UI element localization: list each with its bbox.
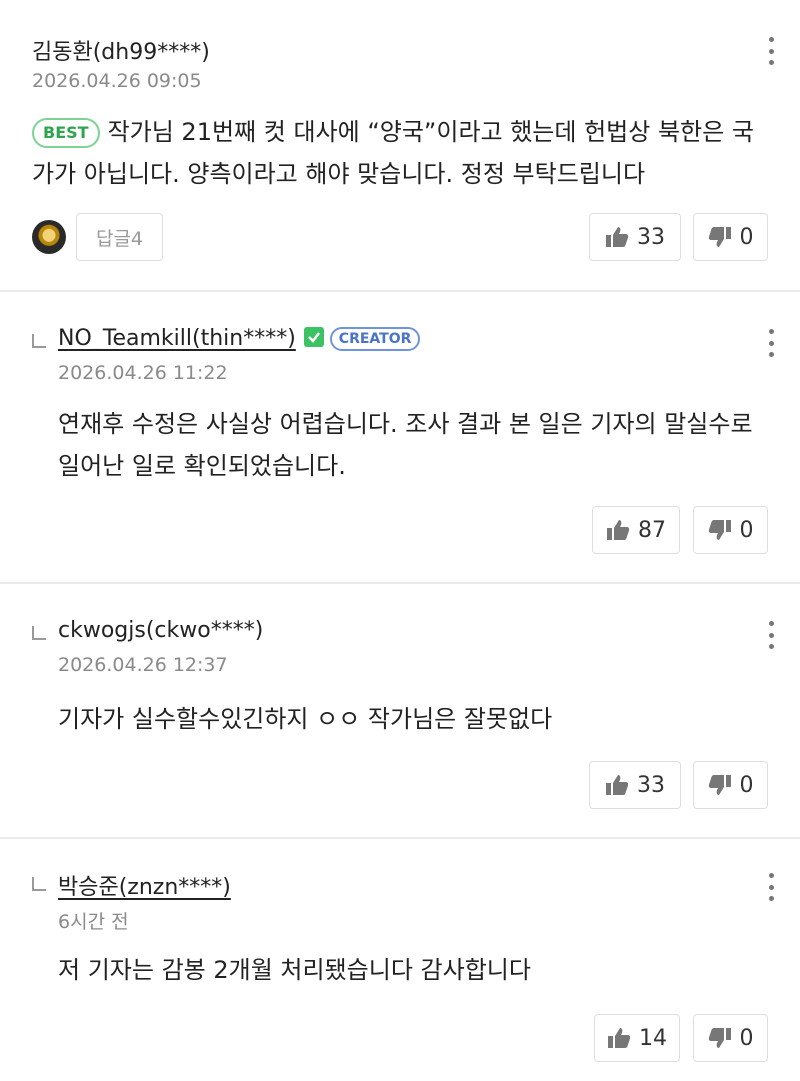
- reply-count-button[interactable]: 답글4: [76, 213, 163, 261]
- comment-date: 6시간 전: [58, 911, 129, 933]
- reply-arrow-icon: [32, 626, 46, 640]
- dislike-count: 0: [739, 772, 754, 798]
- like-button[interactable]: 87: [592, 506, 680, 554]
- reply-item: 박승준(znzn****) 6시간 전 저 기자는 감봉 2개월 처리됐습니다 …: [0, 839, 800, 1081]
- comment-author[interactable]: ckwogjs(ckwo****): [58, 618, 263, 643]
- reply-item: NO_Teamkill(thin****) CREATOR 2026.04.26 …: [0, 292, 800, 584]
- avatar[interactable]: [32, 220, 66, 254]
- like-count: 33: [637, 772, 665, 798]
- best-badge: BEST: [32, 118, 100, 148]
- dislike-button[interactable]: 0: [693, 1014, 768, 1062]
- comment-author-line: NO_Teamkill(thin****) CREATOR: [58, 326, 421, 351]
- thumbs-up-icon: [606, 227, 629, 247]
- like-count: 14: [639, 1025, 667, 1051]
- like-button[interactable]: 33: [589, 213, 681, 261]
- like-count: 87: [638, 517, 666, 543]
- thumbs-up-icon: [606, 775, 629, 795]
- like-button[interactable]: 14: [594, 1014, 680, 1062]
- like-button[interactable]: 33: [589, 761, 681, 809]
- comment-date: 2026.04.26 09:05: [32, 70, 202, 92]
- comment-date: 2026.04.26 11:22: [58, 362, 228, 384]
- dislike-button[interactable]: 0: [693, 506, 768, 554]
- comment-author[interactable]: NO_Teamkill(thin****): [58, 326, 296, 351]
- more-options-icon[interactable]: [768, 329, 774, 357]
- reply-arrow-icon: [32, 877, 46, 891]
- thumbs-up-icon: [608, 1028, 631, 1048]
- dislike-button[interactable]: 0: [693, 761, 768, 809]
- dislike-count: 0: [739, 224, 754, 250]
- reply-item: ckwogjs(ckwo****) 2026.04.26 12:37 기자가 실…: [0, 584, 800, 839]
- thumbs-down-icon: [708, 520, 731, 540]
- thumbs-down-icon: [708, 1028, 731, 1048]
- comment-body: BEST 작가님 21번째 컷 대사에 “양국”이라고 했는데 헌법상 북한은 국…: [32, 111, 762, 195]
- dislike-button[interactable]: 0: [693, 213, 768, 261]
- more-options-icon[interactable]: [768, 37, 774, 65]
- dislike-count: 0: [739, 1025, 754, 1051]
- comment-text: 저 기자는 감봉 2개월 처리됐습니다 감사합니다: [58, 956, 531, 984]
- verified-icon: [303, 327, 324, 347]
- more-options-icon[interactable]: [768, 873, 774, 901]
- more-options-icon[interactable]: [768, 621, 774, 649]
- reply-arrow-icon: [32, 334, 46, 348]
- comment-text: 연재후 수정은 사실상 어렵습니다. 조사 결과 본 일은 기자의 말실수로 일…: [58, 410, 753, 480]
- like-count: 33: [637, 224, 665, 250]
- comment-author[interactable]: 박승준(znzn****): [58, 869, 231, 901]
- thumbs-down-icon: [708, 227, 731, 247]
- comment-author[interactable]: 김동환(dh99****): [32, 34, 210, 66]
- comment-date: 2026.04.26 12:37: [58, 654, 228, 676]
- dislike-count: 0: [739, 517, 754, 543]
- thumbs-up-icon: [607, 520, 630, 540]
- creator-badge: CREATOR: [329, 327, 421, 351]
- comment-text: 기자가 실수할수있긴하지 ㅇㅇ 작가님은 잘못없다: [58, 705, 553, 733]
- comment-item: 김동환(dh99****) 2026.04.26 09:05 BEST 작가님 2…: [0, 0, 800, 292]
- thumbs-down-icon: [708, 775, 731, 795]
- comment-text: 작가님 21번째 컷 대사에 “양국”이라고 했는데 헌법상 북한은 국가가 아…: [32, 118, 754, 188]
